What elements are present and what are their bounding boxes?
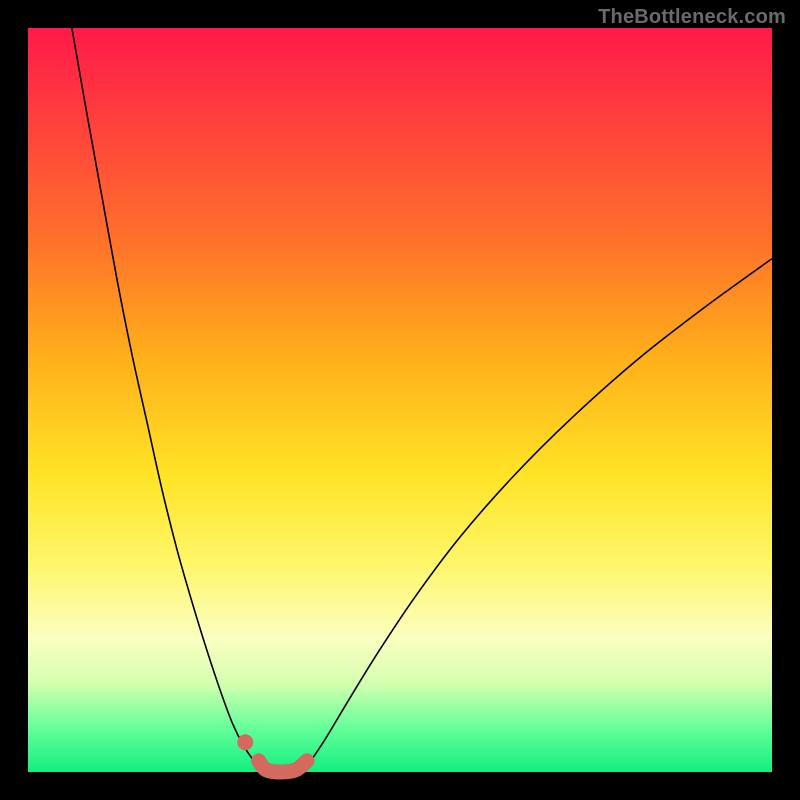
curve-left-branch	[72, 28, 262, 771]
curve-right-branch	[303, 259, 772, 771]
chart-area	[28, 28, 772, 772]
plot-svg	[28, 28, 772, 772]
highlight-dot	[237, 734, 253, 750]
highlight-segment	[259, 761, 307, 772]
watermark-text: TheBottleneck.com	[598, 6, 786, 29]
